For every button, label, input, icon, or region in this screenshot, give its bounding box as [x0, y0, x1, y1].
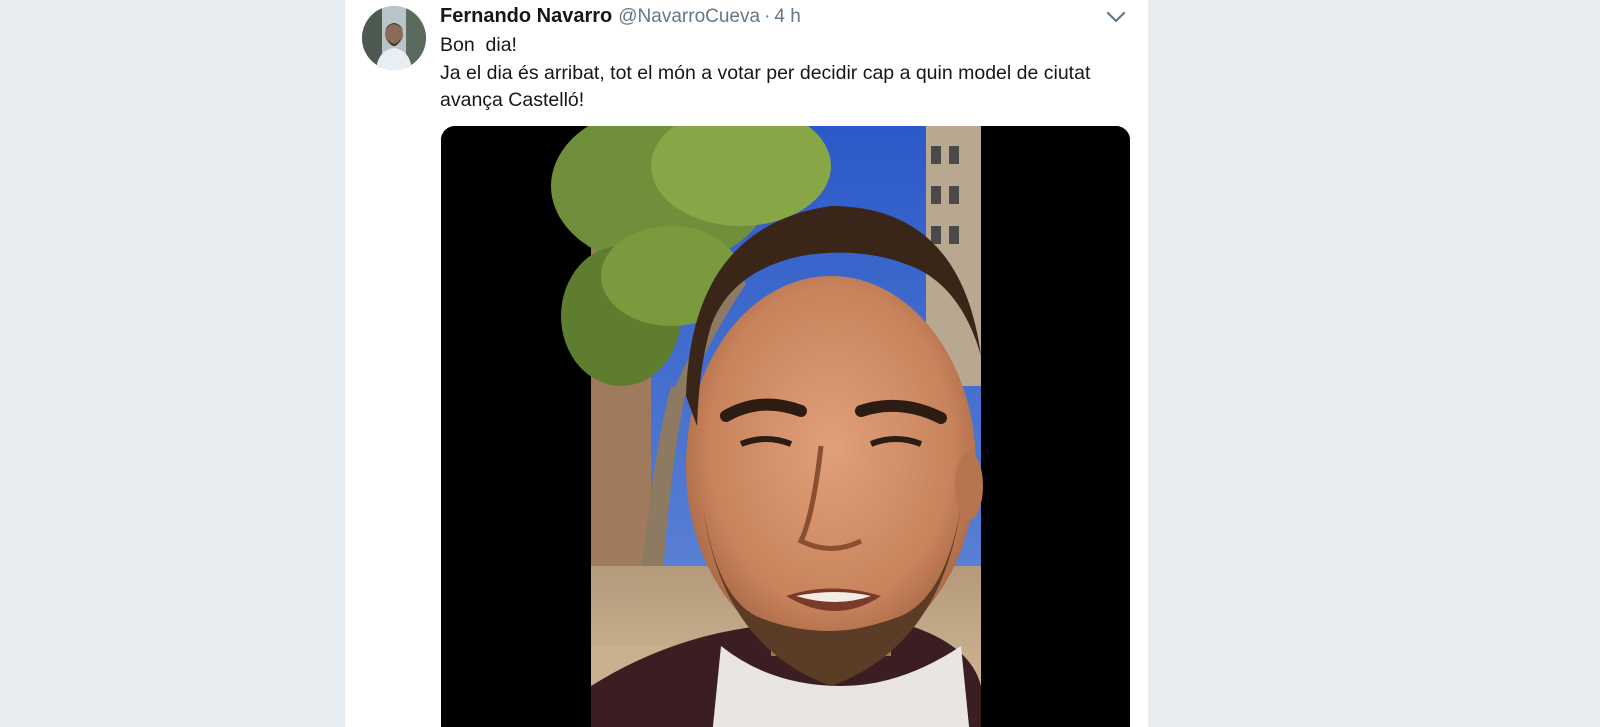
tweet-text-line: avança Castelló! — [440, 89, 585, 111]
author-name[interactable]: Fernando Navarro — [440, 5, 612, 27]
timestamp[interactable]: 4 h — [774, 6, 800, 27]
tweet-body: Fernando Navarro @NavarroCueva · 4 h Bon di… — [440, 2, 1130, 115]
tweet-header: Fernando Navarro @NavarroCueva · 4 h — [440, 2, 1130, 30]
separator-dot: · — [764, 6, 771, 27]
chevron-down-icon[interactable] — [1105, 8, 1127, 26]
tweet-text: Bon dia! Ja el dia és arribat, tot el mó… — [440, 32, 1130, 115]
author-handle[interactable]: @NavarroCueva — [618, 6, 760, 27]
video-frame — [441, 126, 1130, 727]
tweet-card[interactable]: Fernando Navarro @NavarroCueva · 4 h Bon di… — [345, 0, 1148, 727]
tweet-text-line: Bon dia! — [440, 34, 517, 56]
avatar[interactable] — [362, 6, 426, 70]
avatar-image — [362, 6, 426, 70]
video-player[interactable] — [441, 126, 1130, 727]
timeline-page: Fernando Navarro @NavarroCueva · 4 h Bon di… — [0, 0, 1600, 727]
video-content — [551, 126, 983, 727]
tweet-text-line: Ja el dia és arribat, tot el món a votar… — [440, 61, 1091, 84]
